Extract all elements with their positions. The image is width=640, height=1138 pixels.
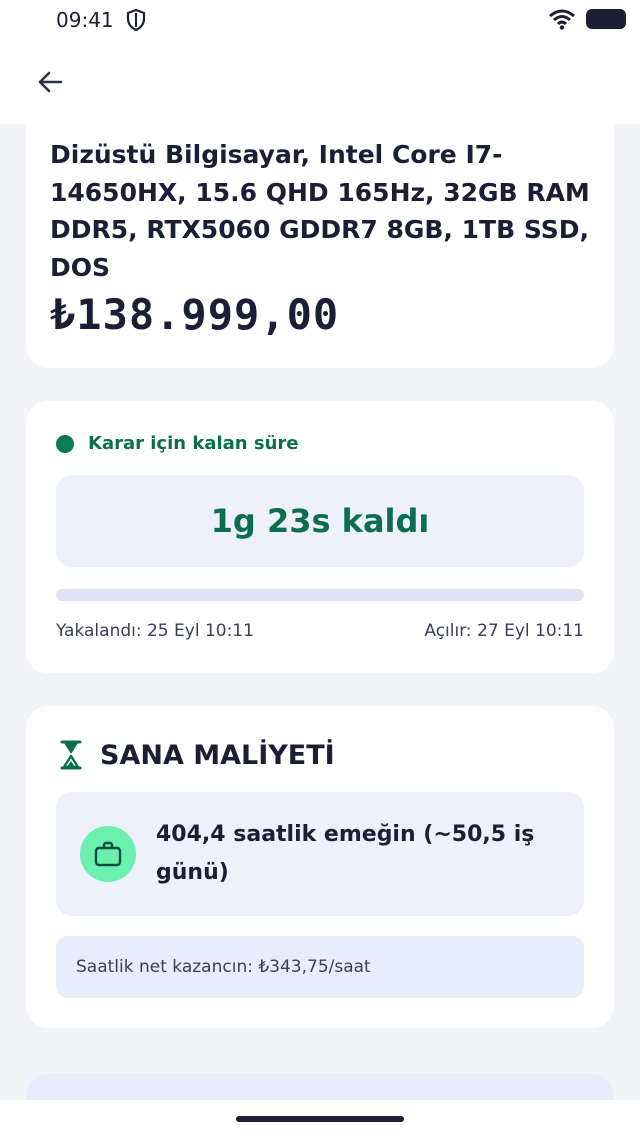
timer-remaining: 1g 23s kaldı: [210, 502, 430, 540]
cost-title: SANA MALİYETİ: [100, 740, 335, 771]
timer-label: Karar için kalan süre: [88, 433, 299, 454]
back-button[interactable]: [28, 60, 72, 104]
scroll-content[interactable]: Dizüstü Bilgisayar, Intel Core I7-14650H…: [0, 124, 640, 1100]
opens-date: Açılır: 27 Eyl 10:11: [424, 621, 584, 641]
briefcase-badge: [80, 826, 136, 882]
shield-icon: [126, 9, 146, 31]
wifi-icon: [549, 9, 575, 30]
labor-cost-text: 404,4 saatlik emeğin (~50,5 iş günü): [156, 822, 535, 885]
product-card: Dizüstü Bilgisayar, Intel Core I7-14650H…: [26, 124, 614, 368]
hourglass-icon: [60, 740, 82, 770]
hourly-wage-box: Saatlik net kazancın: ₺343,75/saat: [56, 936, 584, 998]
decision-timer-card: Karar için kalan süre 1g 23s kaldı Yakal…: [26, 401, 614, 673]
timer-progress-bar: [56, 589, 584, 601]
labor-cost-box: 404,4 saatlik emeğin (~50,5 iş günü): [56, 792, 584, 916]
timer-box: 1g 23s kaldı: [56, 475, 584, 567]
home-indicator[interactable]: [236, 1116, 404, 1122]
app-bar: [0, 40, 640, 124]
arrow-left-icon: [38, 71, 63, 93]
product-title: Dizüstü Bilgisayar, Intel Core I7-14650H…: [50, 140, 590, 282]
battery-icon: [586, 9, 626, 29]
status-time: 09:41: [56, 8, 114, 32]
status-bar: 09:41: [0, 0, 640, 40]
cost-card: SANA MALİYETİ 404,4 saatlik emeğin (~50,…: [26, 706, 614, 1028]
hourly-wage-text: Saatlik net kazancın: ₺343,75/saat: [76, 957, 371, 977]
status-dot: [56, 435, 74, 453]
next-card: [26, 1074, 614, 1100]
product-price: ₺138.999,00: [50, 290, 340, 339]
caught-date: Yakalandı: 25 Eyl 10:11: [56, 621, 254, 641]
briefcase-icon: [94, 841, 122, 867]
